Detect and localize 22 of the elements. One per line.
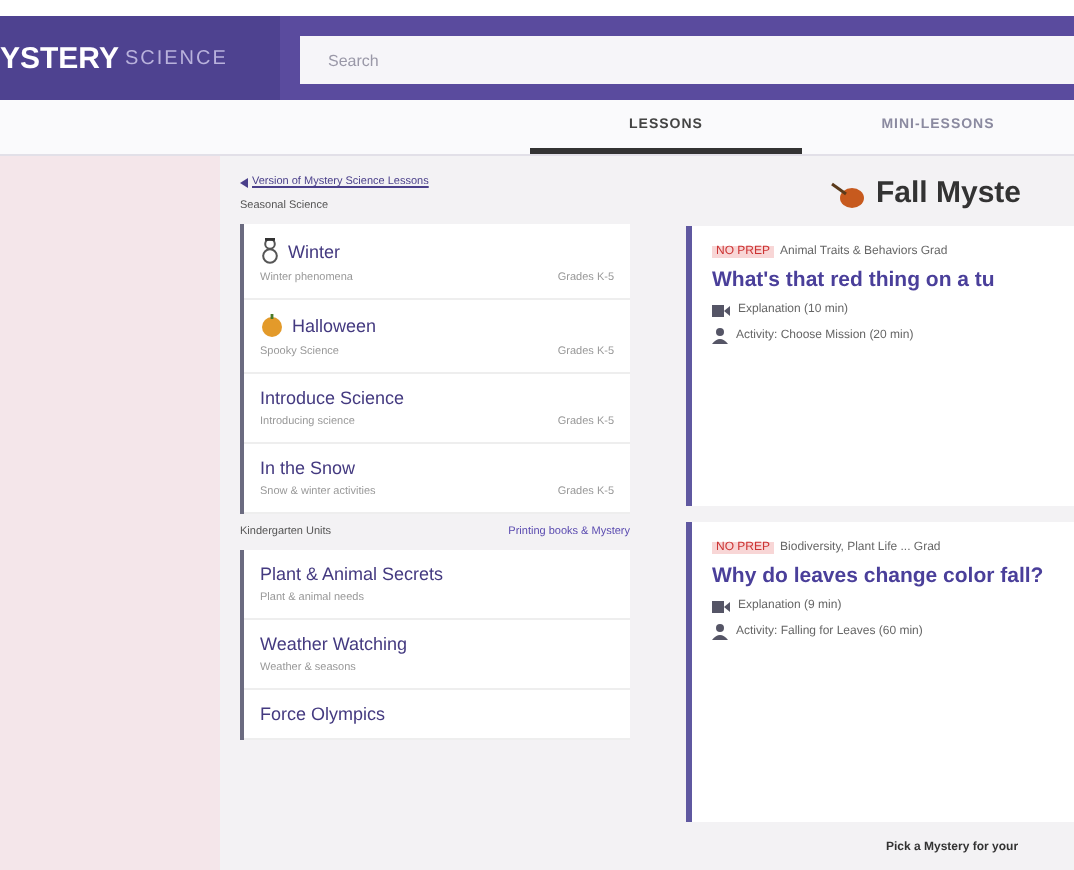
snowman-icon — [260, 238, 280, 264]
unit-title: In the Snow — [260, 458, 356, 478]
unit-title: Plant & Animal Secrets — [260, 564, 444, 584]
unit-item[interactable]: Force Olympics — [244, 690, 630, 740]
lesson-question[interactable]: What's that red thing on a tu — [712, 268, 1072, 294]
unit-title: Weather Watching — [260, 634, 408, 654]
caret-icon — [240, 177, 248, 187]
logo-text: YSTERY — [0, 41, 119, 75]
unit-title: Winter — [288, 241, 341, 261]
person-icon — [712, 623, 728, 640]
page-title: Fall Myste — [876, 176, 1022, 210]
unit-title: Force Olympics — [260, 704, 386, 724]
logo-subtext: SCIENCE — [124, 47, 228, 69]
leaf-icon — [830, 177, 866, 209]
unit-title: Halloween — [292, 316, 377, 336]
video-icon — [712, 303, 730, 318]
lesson-question[interactable]: Why do leaves change color fall? — [712, 564, 1072, 590]
unit-title: Introduce Science — [260, 388, 405, 408]
pumpkin-icon — [260, 314, 284, 338]
search-field[interactable]: Search — [300, 36, 1074, 84]
person-icon — [712, 327, 728, 344]
video-icon — [712, 599, 730, 614]
